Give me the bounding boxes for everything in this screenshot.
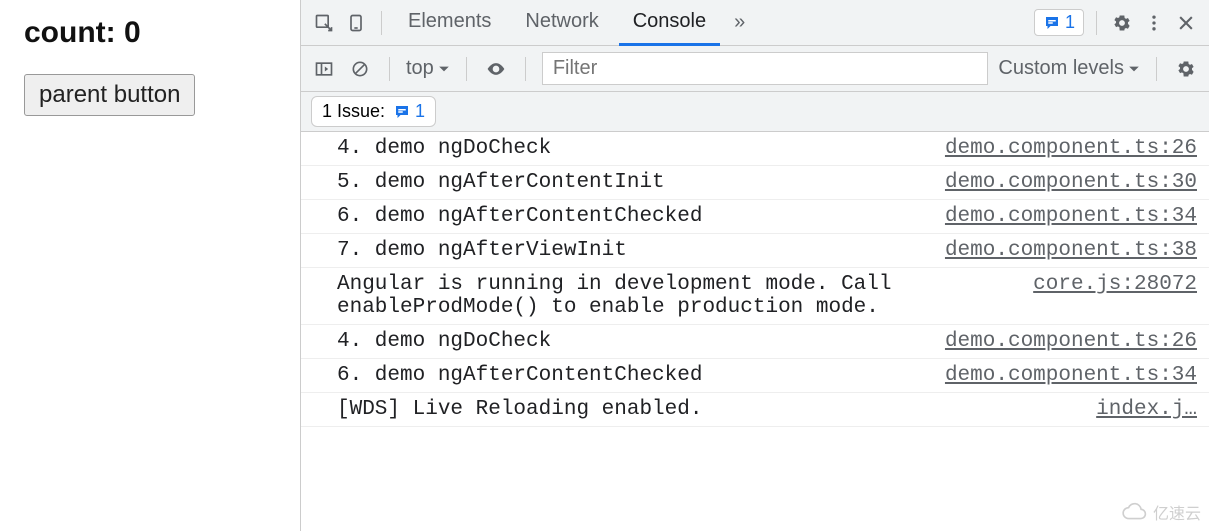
console-row: Angular is running in development mode. … bbox=[301, 268, 1209, 325]
console-message: 6. demo ngAfterContentChecked bbox=[337, 364, 927, 387]
filter-input-wrapper bbox=[542, 52, 989, 85]
console-row: 4. demo ngDoCheck demo.component.ts:26 bbox=[301, 325, 1209, 359]
console-row: 6. demo ngAfterContentChecked demo.compo… bbox=[301, 359, 1209, 393]
console-message: [WDS] Live Reloading enabled. bbox=[337, 398, 1078, 421]
separator bbox=[466, 57, 467, 81]
parent-button[interactable]: parent button bbox=[24, 74, 195, 116]
separator bbox=[1096, 11, 1097, 35]
console-message: 7. demo ngAfterViewInit bbox=[337, 239, 927, 262]
separator bbox=[525, 57, 526, 81]
chat-icon bbox=[393, 103, 411, 121]
console-source-link[interactable]: demo.component.ts:26 bbox=[945, 137, 1197, 160]
inspect-icon[interactable] bbox=[311, 10, 337, 36]
context-selector[interactable]: top bbox=[406, 57, 450, 80]
console-row: [WDS] Live Reloading enabled. index.j… bbox=[301, 393, 1209, 427]
count-label: count: 0 bbox=[24, 16, 276, 50]
separator bbox=[1156, 57, 1157, 81]
issues-badge[interactable]: 1 bbox=[1034, 9, 1084, 36]
issues-pill[interactable]: 1 Issue: 1 bbox=[311, 96, 436, 127]
console-message: 4. demo ngDoCheck bbox=[337, 330, 927, 353]
issues-pill-count: 1 bbox=[415, 101, 425, 122]
app-page: count: 0 parent button bbox=[0, 0, 300, 531]
separator bbox=[381, 11, 382, 35]
log-levels-selector[interactable]: Custom levels bbox=[998, 57, 1140, 80]
tab-console[interactable]: Console bbox=[619, 0, 720, 46]
console-toolbar: top Custom levels bbox=[301, 46, 1209, 92]
chevron-down-icon bbox=[1128, 63, 1140, 75]
devtools-tabbar: Elements Network Console » 1 bbox=[301, 0, 1209, 46]
kebab-icon[interactable] bbox=[1141, 10, 1167, 36]
gear-icon[interactable] bbox=[1173, 56, 1199, 82]
context-label: top bbox=[406, 57, 434, 80]
console-message: 4. demo ngDoCheck bbox=[337, 137, 927, 160]
console-source-link[interactable]: core.js:28072 bbox=[1033, 273, 1197, 296]
watermark: 亿速云 bbox=[1121, 499, 1201, 525]
tabs-overflow[interactable]: » bbox=[726, 11, 753, 34]
console-source-link[interactable]: demo.component.ts:38 bbox=[945, 239, 1197, 262]
device-toggle-icon[interactable] bbox=[343, 10, 369, 36]
clear-console-icon[interactable] bbox=[347, 56, 373, 82]
gear-icon[interactable] bbox=[1109, 10, 1135, 36]
console-message: 5. demo ngAfterContentInit bbox=[337, 171, 927, 194]
tab-elements[interactable]: Elements bbox=[394, 0, 505, 46]
watermark-text: 亿速云 bbox=[1153, 500, 1201, 524]
chat-icon bbox=[1043, 14, 1061, 32]
issues-label: 1 Issue: bbox=[322, 101, 385, 122]
console-row: 5. demo ngAfterContentInit demo.componen… bbox=[301, 166, 1209, 200]
console-message: 6. demo ngAfterContentChecked bbox=[337, 205, 927, 228]
console-log: 4. demo ngDoCheck demo.component.ts:26 5… bbox=[301, 132, 1209, 531]
console-source-link[interactable]: index.j… bbox=[1096, 398, 1197, 421]
console-row: 6. demo ngAfterContentChecked demo.compo… bbox=[301, 200, 1209, 234]
console-source-link[interactable]: demo.component.ts:34 bbox=[945, 364, 1197, 387]
issues-badge-count: 1 bbox=[1065, 12, 1075, 33]
chevron-down-icon bbox=[438, 63, 450, 75]
sidebar-toggle-icon[interactable] bbox=[311, 56, 337, 82]
console-source-link[interactable]: demo.component.ts:30 bbox=[945, 171, 1197, 194]
issues-bar: 1 Issue: 1 bbox=[301, 92, 1209, 132]
console-row: 7. demo ngAfterViewInit demo.component.t… bbox=[301, 234, 1209, 268]
console-message: Angular is running in development mode. … bbox=[337, 273, 1015, 319]
devtools-panel: Elements Network Console » 1 bbox=[300, 0, 1209, 531]
close-icon[interactable] bbox=[1173, 10, 1199, 36]
console-source-link[interactable]: demo.component.ts:34 bbox=[945, 205, 1197, 228]
tab-network[interactable]: Network bbox=[511, 0, 612, 46]
separator bbox=[389, 57, 390, 81]
log-levels-label: Custom levels bbox=[998, 57, 1124, 80]
cloud-icon bbox=[1121, 499, 1147, 525]
eye-icon[interactable] bbox=[483, 56, 509, 82]
console-row: 4. demo ngDoCheck demo.component.ts:26 bbox=[301, 132, 1209, 166]
filter-input[interactable] bbox=[542, 52, 989, 85]
console-source-link[interactable]: demo.component.ts:26 bbox=[945, 330, 1197, 353]
